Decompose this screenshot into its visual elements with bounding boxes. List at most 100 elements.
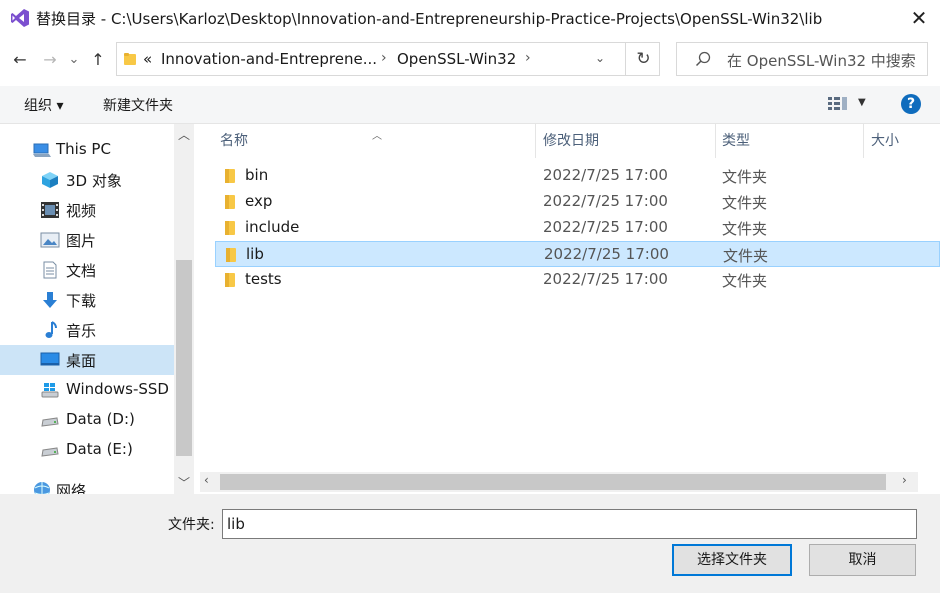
sidebar-item-label: Windows-SSD bbox=[66, 380, 169, 398]
file-row-include[interactable]: include 2022/7/25 17:00 文件夹 bbox=[215, 215, 940, 241]
desktop-icon bbox=[40, 352, 60, 366]
sidebar-item-desktop[interactable]: 桌面 bbox=[0, 345, 174, 375]
close-button[interactable]: ✕ bbox=[904, 4, 934, 32]
search-box[interactable]: 在 OpenSSL-Win32 中搜索 bbox=[676, 42, 928, 76]
refresh-icon: ↻ bbox=[636, 49, 651, 69]
sidebar-item-windows-ssd[interactable]: Windows-SSD bbox=[0, 375, 174, 405]
file-row-exp[interactable]: exp 2022/7/25 17:00 文件夹 bbox=[215, 189, 940, 215]
file-modified: 2022/7/25 17:00 bbox=[543, 218, 668, 236]
scroll-left-icon[interactable]: ‹ bbox=[204, 473, 209, 487]
refresh-button[interactable]: ↻ bbox=[625, 43, 661, 75]
search-placeholder: 在 OpenSSL-Win32 中搜索 bbox=[727, 52, 916, 70]
sidebar-scrollbar[interactable]: ︿ ﹀ bbox=[174, 124, 194, 494]
sidebar-item-data-e[interactable]: Data (E:) bbox=[0, 435, 174, 465]
address-overflow[interactable]: « bbox=[143, 50, 152, 68]
horizontal-scroll-thumb[interactable] bbox=[220, 474, 886, 490]
address-bar[interactable]: « Innovation-and-Entreprene... › OpenSSL… bbox=[116, 42, 660, 76]
search-icon bbox=[695, 51, 711, 67]
folder-icon bbox=[225, 169, 235, 183]
drive-icon bbox=[41, 417, 59, 427]
address-separator[interactable]: › bbox=[525, 50, 531, 66]
forward-arrow-icon: → bbox=[43, 50, 57, 69]
file-type: 文件夹 bbox=[722, 194, 768, 212]
sidebar-item-label: 3D 对象 bbox=[66, 172, 122, 190]
sidebar-item-documents[interactable]: 文档 bbox=[0, 255, 174, 285]
help-button[interactable]: ? bbox=[901, 94, 921, 114]
column-header-name[interactable]: 名称 ︿ bbox=[200, 124, 536, 158]
sidebar-item-label: Data (E:) bbox=[66, 440, 133, 458]
windows-drive-icon bbox=[41, 383, 59, 398]
window-title: 替换目录 - C:\Users\Karloz\Desktop\Innovatio… bbox=[36, 10, 823, 28]
sidebar-item-music[interactable]: 音乐 bbox=[0, 315, 174, 345]
sidebar-item-this-pc[interactable]: This PC bbox=[0, 135, 174, 165]
drive-icon bbox=[41, 447, 59, 457]
view-options-icon[interactable] bbox=[828, 97, 848, 111]
file-type: 文件夹 bbox=[722, 220, 768, 238]
column-header-modified[interactable]: 修改日期 bbox=[523, 124, 716, 158]
scroll-down-icon[interactable]: ﹀ bbox=[174, 474, 194, 491]
view-dropdown-icon[interactable]: ▼ bbox=[858, 97, 866, 108]
column-label: 名称 bbox=[220, 133, 248, 149]
up-button[interactable]: ↑ bbox=[88, 50, 108, 70]
navigation-bar: ← → ⌄ ↑ « Innovation-and-Entreprene... ›… bbox=[0, 36, 940, 86]
file-name: lib bbox=[246, 245, 264, 263]
sidebar-item-data-d[interactable]: Data (D:) bbox=[0, 405, 174, 435]
file-name: exp bbox=[245, 192, 273, 210]
sidebar-item-pictures[interactable]: 图片 bbox=[0, 225, 174, 255]
file-type: 文件夹 bbox=[722, 168, 768, 186]
sidebar-item-label: 音乐 bbox=[66, 322, 97, 340]
organize-button[interactable]: 组织 ▾ bbox=[24, 95, 63, 115]
recent-locations-button[interactable]: ⌄ bbox=[64, 50, 84, 70]
folder-icon bbox=[225, 195, 235, 209]
cancel-button[interactable]: 取消 bbox=[809, 544, 916, 576]
new-folder-button[interactable]: 新建文件夹 bbox=[103, 95, 173, 115]
column-label: 修改日期 bbox=[543, 133, 599, 149]
scroll-up-icon[interactable]: ︿ bbox=[174, 126, 194, 143]
sidebar-item-label: 网络 bbox=[56, 482, 87, 494]
folder-icon bbox=[226, 248, 236, 262]
sidebar-item-label: This PC bbox=[56, 140, 111, 158]
sort-ascending-icon: ︿ bbox=[372, 131, 382, 142]
sidebar-item-downloads[interactable]: 下载 bbox=[0, 285, 174, 315]
close-icon: ✕ bbox=[910, 6, 928, 30]
address-separator[interactable]: › bbox=[381, 50, 387, 66]
file-name: tests bbox=[245, 270, 282, 288]
file-name: include bbox=[245, 218, 300, 236]
sidebar-item-video[interactable]: 视频 bbox=[0, 195, 174, 225]
video-icon bbox=[41, 202, 59, 218]
3d-objects-icon bbox=[42, 172, 58, 188]
scroll-right-icon[interactable]: › bbox=[902, 473, 907, 487]
sidebar-item-label: Data (D:) bbox=[66, 410, 135, 428]
file-row-bin[interactable]: bin 2022/7/25 17:00 文件夹 bbox=[215, 163, 940, 189]
file-list-horizontal-scrollbar[interactable]: ‹ › bbox=[200, 472, 918, 492]
documents-icon bbox=[43, 261, 57, 279]
back-arrow-icon: ← bbox=[13, 50, 27, 69]
address-dropdown-icon[interactable]: ⌄ bbox=[595, 51, 605, 65]
up-arrow-icon: ↑ bbox=[91, 50, 105, 69]
chevron-down-icon: ⌄ bbox=[68, 52, 80, 67]
forward-button[interactable]: → bbox=[40, 50, 60, 70]
sidebar-item-label: 视频 bbox=[66, 202, 97, 220]
sidebar-scroll-thumb[interactable] bbox=[176, 260, 192, 456]
sidebar-item-network[interactable]: 网络 bbox=[0, 475, 174, 494]
dialog-footer: 文件夹: 选择文件夹 取消 bbox=[0, 494, 940, 593]
navigation-pane: This PC 3D 对象 视频 图片 文档 下载 音乐 桌面 Windows-… bbox=[0, 124, 194, 494]
title-bar: 替换目录 - C:\Users\Karloz\Desktop\Innovatio… bbox=[0, 0, 940, 36]
sidebar-item-3d-objects[interactable]: 3D 对象 bbox=[0, 165, 174, 195]
address-segment-openssl[interactable]: OpenSSL-Win32 bbox=[397, 50, 516, 68]
column-header-type[interactable]: 类型 bbox=[702, 124, 864, 158]
address-segment-innovation[interactable]: Innovation-and-Entreprene... bbox=[161, 50, 377, 68]
column-header-size[interactable]: 大小 bbox=[851, 124, 940, 158]
pictures-icon bbox=[40, 232, 60, 248]
folder-icon bbox=[124, 53, 136, 65]
folder-name-input[interactable] bbox=[222, 509, 917, 539]
sidebar-item-label: 文档 bbox=[66, 262, 97, 280]
select-folder-button[interactable]: 选择文件夹 bbox=[672, 544, 792, 576]
folder-icon bbox=[225, 221, 235, 235]
file-row-lib[interactable]: lib 2022/7/25 17:00 文件夹 bbox=[215, 241, 940, 267]
help-icon: ? bbox=[906, 96, 916, 112]
file-row-tests[interactable]: tests 2022/7/25 17:00 文件夹 bbox=[215, 267, 940, 293]
file-modified: 2022/7/25 17:00 bbox=[543, 270, 668, 288]
network-icon bbox=[34, 482, 50, 494]
back-button[interactable]: ← bbox=[10, 50, 30, 70]
